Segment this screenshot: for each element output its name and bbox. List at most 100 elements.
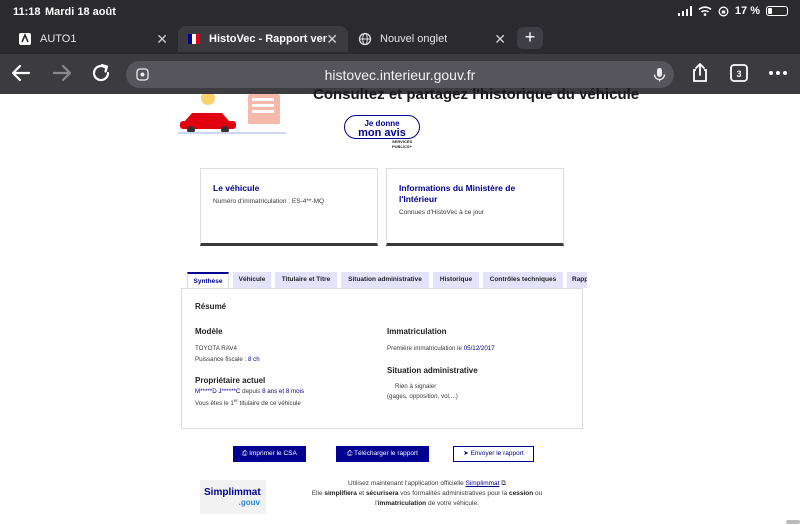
status-indicators: 17 % xyxy=(677,5,788,17)
new-tab-button[interactable]: + xyxy=(517,27,543,49)
external-link-icon: ⧉ xyxy=(501,480,506,487)
ministry-card: Informations du Ministère de l'Intérieur… xyxy=(386,168,564,246)
services-publics-line-2: PUBLICS+ xyxy=(392,144,412,149)
status-bar: 11:18 Mardi 18 août 17 % xyxy=(0,0,800,24)
back-button[interactable] xyxy=(9,62,33,86)
print-icon: ⎙ xyxy=(242,450,248,457)
tab-titulaire[interactable]: Titulaire et Titre xyxy=(275,272,337,288)
immat-heading: Immatriculation xyxy=(387,327,447,336)
tab-controles-techniques[interactable]: Contrôles techniques xyxy=(483,272,563,288)
report-tabs: Synthèse Véhicule Titulaire et Titre Sit… xyxy=(187,272,587,288)
arrow-left-icon xyxy=(11,64,31,82)
close-icon[interactable]: ✕ xyxy=(326,31,338,48)
banner-title: Consultez et partagez l'historique du vé… xyxy=(313,86,640,103)
reload-icon xyxy=(92,63,110,82)
vehicle-card-title: Le véhicule xyxy=(213,183,260,193)
arrow-right-icon xyxy=(52,64,72,82)
simplimmat-link[interactable]: Simplimmat xyxy=(466,480,500,487)
tab-vehicule[interactable]: Véhicule xyxy=(233,272,271,288)
tab-label: Nouvel onglet xyxy=(380,33,448,45)
close-icon[interactable]: ✕ xyxy=(494,31,506,48)
more-icon xyxy=(769,71,787,75)
avis-label-2: mon avis xyxy=(358,127,406,139)
menu-button[interactable] xyxy=(766,62,790,86)
model-heading: Modèle xyxy=(195,327,223,336)
tab-label: AUTO1 xyxy=(40,33,77,45)
promo-line3-post: de votre véhicule. xyxy=(426,500,479,507)
owner-since-label: depuis xyxy=(240,388,263,395)
tab-situation-administrative[interactable]: Situation administrative xyxy=(341,272,429,288)
admin-heading: Situation administrative xyxy=(387,366,478,375)
admin-detail: (gages, opposition, vol,...) xyxy=(387,393,458,400)
tab-rapport[interactable]: Rapport xyxy=(567,272,587,288)
owner-rank-pre: Vous êtes le 1 xyxy=(195,400,234,408)
fiscal-power: Puissance fiscale : 8 ch xyxy=(195,356,260,363)
model-value: TOYOTA RAV4 xyxy=(195,345,237,352)
globe-icon xyxy=(358,32,372,46)
ministry-card-desc: Connues d'HistoVec à ce jour xyxy=(399,209,485,216)
forward-button[interactable] xyxy=(50,62,74,86)
simplimmat-logo-sub: .gouv xyxy=(238,498,260,507)
simplimmat-logo[interactable]: Simplimmat .gouv xyxy=(200,480,266,514)
tab-strip: AUTO1 ✕ HistoVec - Rapport vendeur ✕ Nou… xyxy=(0,26,800,52)
tab-historique[interactable]: Historique xyxy=(433,272,479,288)
first-immat: Première immatriculation le 05/12/2017 xyxy=(387,345,495,352)
download-report-label: Télécharger le rapport xyxy=(353,450,418,457)
auto1-favicon xyxy=(19,32,31,45)
promo-line2-post: ou xyxy=(533,490,543,497)
tab-count: 3 xyxy=(736,69,742,79)
simplimmat-promo: Utilisez maintenant l'application offici… xyxy=(293,479,561,509)
resume-heading: Résumé xyxy=(195,302,227,311)
download-report-button[interactable]: ⎙ Télécharger le rapport xyxy=(336,446,429,462)
first-immat-value: 05/12/2017 xyxy=(463,345,495,352)
cellular-icon xyxy=(677,6,692,16)
url-text[interactable]: histovec.interieur.gouv.fr xyxy=(126,67,674,83)
promo-line2-mid1: et xyxy=(356,490,366,497)
page-content: Consultez et partagez l'historique du vé… xyxy=(0,86,800,525)
services-publics-logo: SERVICES PUBLICS+ xyxy=(392,139,412,149)
first-immat-label: Première immatriculation le xyxy=(387,345,464,352)
tab-auto1[interactable]: AUTO1 ✕ xyxy=(0,26,178,52)
simplimmat-logo-main: Simplimmat xyxy=(204,487,261,498)
vehicle-card-desc: Numéro d'immatriculation : ES-4**-MQ xyxy=(213,198,325,205)
owner-name: M*****D J******C xyxy=(195,388,241,395)
je-donne-mon-avis-button[interactable]: Je donne mon avis xyxy=(344,115,420,139)
print-csa-label: Imprimer le CSA xyxy=(249,450,297,457)
promo-immatriculation: immatriculation xyxy=(377,500,427,507)
tab-synthese[interactable]: Synthèse xyxy=(187,272,229,288)
status-time: 11:18 xyxy=(13,6,41,18)
marianne-flag-favicon xyxy=(188,34,200,44)
print-csa-button[interactable]: ⎙ Imprimer le CSA xyxy=(233,446,306,462)
battery-percent: 17 % xyxy=(734,5,760,17)
address-bar[interactable]: histovec.interieur.gouv.fr xyxy=(126,61,674,88)
wifi-icon xyxy=(698,6,712,16)
admin-value: Rien à signaler xyxy=(395,383,437,390)
vehicle-card: Le véhicule Numéro d'immatriculation : E… xyxy=(200,168,378,246)
close-icon[interactable]: ✕ xyxy=(156,31,168,48)
battery-icon xyxy=(766,6,788,16)
reload-button[interactable] xyxy=(89,62,113,86)
promo-securisera: sécurisera xyxy=(365,490,399,497)
download-icon: ⎙ xyxy=(347,450,353,457)
tab-histovec[interactable]: HistoVec - Rapport vendeur ✕ xyxy=(178,26,348,52)
share-button[interactable] xyxy=(688,62,712,86)
promo-line1-pre: Utilisez maintenant l'application offici… xyxy=(348,480,466,487)
synthese-panel: Résumé Modèle TOYOTA RAV4 Puissance fisc… xyxy=(181,288,583,429)
promo-line2-pre: Elle xyxy=(311,490,325,497)
share-icon xyxy=(693,63,707,82)
owner-heading: Propriétaire actuel xyxy=(195,376,266,385)
microphone-icon[interactable] xyxy=(651,66,668,83)
tab-new[interactable]: Nouvel onglet ✕ xyxy=(350,26,516,52)
send-report-label: Envoyer le rapport xyxy=(470,450,524,457)
fiscal-power-label: Puissance fiscale : xyxy=(195,356,248,363)
tab-switcher-button[interactable]: 3 xyxy=(727,62,751,86)
send-report-button[interactable]: ➤ Envoyer le rapport xyxy=(453,446,534,462)
tab-label: HistoVec - Rapport vendeur xyxy=(209,33,327,45)
browser-chrome: 11:18 Mardi 18 août 17 % AUTO1 ✕ HistoVe… xyxy=(0,0,800,94)
promo-line2-mid2: vos formalités administratives pour la xyxy=(398,490,510,497)
status-date: Mardi 18 août xyxy=(45,6,116,18)
owner-line: M*****D J******C depuis 8 ans et 8 mois xyxy=(195,388,304,395)
fiscal-power-value: 8 ch xyxy=(247,356,260,363)
owner-rank-post: titulaire de ce véhicule xyxy=(237,400,301,408)
ministry-card-title: Informations du Ministère de l'Intérieur xyxy=(399,183,516,204)
